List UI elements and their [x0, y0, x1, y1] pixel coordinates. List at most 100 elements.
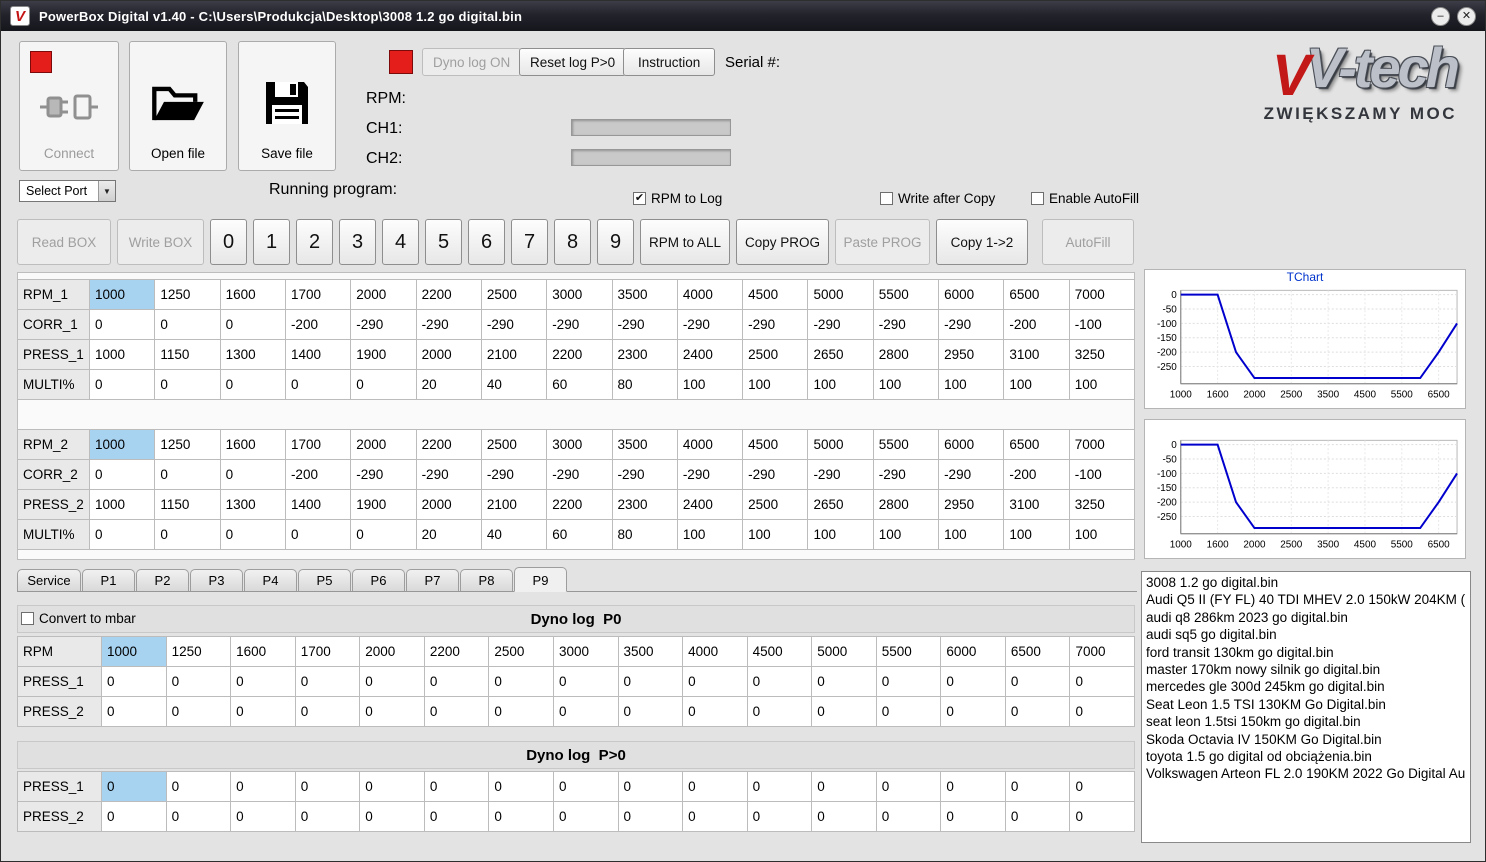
grid-cell[interactable]: 4500	[746, 636, 813, 667]
grid-cell[interactable]: 5000	[807, 279, 874, 310]
grid-cell[interactable]: 0	[88, 519, 156, 550]
grid-cell[interactable]: 2200	[546, 339, 613, 370]
grid-cell[interactable]: 2500	[742, 489, 809, 520]
grid-cell[interactable]: 3100	[1003, 339, 1070, 370]
grid-cell[interactable]: 2200	[546, 489, 613, 520]
grid-cell[interactable]: 60	[546, 369, 613, 400]
grid-cell[interactable]: 0	[165, 771, 232, 802]
program-button-5[interactable]: 5	[425, 219, 462, 265]
rpm-to-all-button[interactable]: RPM to ALL	[640, 219, 730, 265]
grid-cell[interactable]: 1250	[154, 429, 221, 460]
grid-cell[interactable]: 4500	[742, 429, 809, 460]
grid-cell[interactable]: -100	[1068, 459, 1136, 490]
copy-prog-button[interactable]: Copy PROG	[736, 219, 829, 265]
grid-cell[interactable]: 0	[746, 801, 813, 832]
grid-cell[interactable]: 100	[1003, 519, 1070, 550]
grid-cell[interactable]: 6500	[1003, 279, 1070, 310]
program-button-1[interactable]: 1	[253, 219, 290, 265]
program-button-3[interactable]: 3	[339, 219, 376, 265]
grid-cell[interactable]: 2500	[488, 636, 554, 667]
grid-cell[interactable]: 0	[488, 771, 554, 802]
grid-cell[interactable]: 2950	[938, 489, 1005, 520]
tab-p6[interactable]: P6	[352, 569, 405, 591]
file-list-item[interactable]: ford transit 130km go digital.bin	[1142, 644, 1470, 661]
tab-p3[interactable]: P3	[190, 569, 243, 591]
grid-cell[interactable]: 4000	[676, 279, 744, 310]
grid-cell[interactable]: 1000	[101, 636, 167, 667]
grid-cell[interactable]: 2400	[676, 339, 744, 370]
grid-cell[interactable]: 4000	[676, 429, 744, 460]
grid-cell[interactable]: 2200	[423, 636, 490, 667]
grid-cell[interactable]: -290	[676, 459, 744, 490]
grid-cell[interactable]: -290	[480, 459, 548, 490]
grid-cell[interactable]: 0	[154, 459, 221, 490]
grid-cell[interactable]: 1000	[88, 279, 156, 310]
grid-cell[interactable]: 5500	[872, 279, 940, 310]
grid-cell[interactable]: 1600	[230, 636, 296, 667]
grid-cell[interactable]: -290	[611, 309, 678, 340]
read-box-button[interactable]: Read BOX	[17, 219, 111, 265]
grid-cell[interactable]: 2200	[415, 429, 482, 460]
grid-cell[interactable]: 3500	[617, 636, 684, 667]
grid-cell[interactable]: 4500	[742, 279, 809, 310]
grid-cell[interactable]: 0	[552, 801, 619, 832]
grid-cell[interactable]: 2950	[938, 339, 1005, 370]
grid-cell[interactable]: 0	[154, 309, 221, 340]
grid-cell[interactable]: 0	[101, 771, 167, 802]
grid-cell[interactable]: 0	[284, 369, 352, 400]
grid-cell[interactable]: 100	[807, 369, 874, 400]
grid-cell[interactable]: 0	[350, 519, 417, 550]
grid-cell[interactable]: -290	[872, 459, 940, 490]
grid-cell[interactable]: 0	[101, 696, 167, 727]
grid-cell[interactable]: 0	[423, 771, 490, 802]
grid-cell[interactable]: 0	[423, 696, 490, 727]
grid-cell[interactable]: 2500	[480, 429, 548, 460]
program-button-2[interactable]: 2	[296, 219, 333, 265]
tab-p8[interactable]: P8	[460, 569, 513, 591]
grid-cell[interactable]: 1400	[284, 489, 352, 520]
grid-cell[interactable]: 3500	[611, 279, 678, 310]
file-list-item[interactable]: audi q8 286km 2023 go digital.bin	[1142, 609, 1470, 626]
program-button-6[interactable]: 6	[468, 219, 505, 265]
grid-cell[interactable]: 100	[676, 519, 744, 550]
program-button-4[interactable]: 4	[382, 219, 419, 265]
grid-cell[interactable]: 0	[746, 696, 813, 727]
select-port-combobox[interactable]: Select Port ▼	[19, 180, 116, 202]
grid-cell[interactable]: 0	[682, 771, 748, 802]
grid-cell[interactable]: -290	[742, 459, 809, 490]
grid-cell[interactable]: -200	[284, 309, 352, 340]
grid-cell[interactable]: 0	[1004, 801, 1071, 832]
grid-cell[interactable]: 4000	[682, 636, 748, 667]
program-button-0[interactable]: 0	[210, 219, 247, 265]
grid-cell[interactable]: 6000	[938, 279, 1005, 310]
grid-cell[interactable]: 1000	[88, 339, 156, 370]
grid-cell[interactable]: 3000	[552, 636, 619, 667]
grid-cell[interactable]: 0	[875, 666, 942, 697]
file-list-item[interactable]: mercedes gle 300d 245km go digital.bin	[1142, 678, 1470, 695]
grid-cell[interactable]: 0	[617, 771, 684, 802]
grid-cell[interactable]: 1250	[165, 636, 232, 667]
grid-cell[interactable]: 80	[611, 519, 678, 550]
grid-cell[interactable]: 3250	[1068, 489, 1136, 520]
reset-log-button[interactable]: Reset log P>0	[519, 48, 627, 76]
grid-cell[interactable]: 0	[682, 666, 748, 697]
grid-cell[interactable]: -290	[350, 459, 417, 490]
grid-cell[interactable]: 100	[742, 369, 809, 400]
grid-cell[interactable]: 0	[1004, 771, 1071, 802]
grid-cell[interactable]: 0	[811, 801, 877, 832]
grid-cell[interactable]: -290	[415, 309, 482, 340]
grid-cell[interactable]: 1900	[350, 339, 417, 370]
grid-cell[interactable]: 6000	[940, 636, 1006, 667]
grid-cell[interactable]: 0	[617, 696, 684, 727]
grid-cell[interactable]: -290	[807, 309, 874, 340]
grid-cell[interactable]: 2500	[742, 339, 809, 370]
grid-cell[interactable]: 5000	[811, 636, 877, 667]
grid-cell[interactable]: 100	[872, 369, 940, 400]
tab-p4[interactable]: P4	[244, 569, 297, 591]
grid-cell[interactable]: 1300	[219, 339, 286, 370]
grid-cell[interactable]: 0	[940, 771, 1006, 802]
grid-cell[interactable]: 2650	[807, 339, 874, 370]
grid-cell[interactable]: 7000	[1069, 636, 1135, 667]
dyno-log-button[interactable]: Dyno log ON	[422, 48, 522, 76]
grid-cell[interactable]: 0	[294, 801, 361, 832]
